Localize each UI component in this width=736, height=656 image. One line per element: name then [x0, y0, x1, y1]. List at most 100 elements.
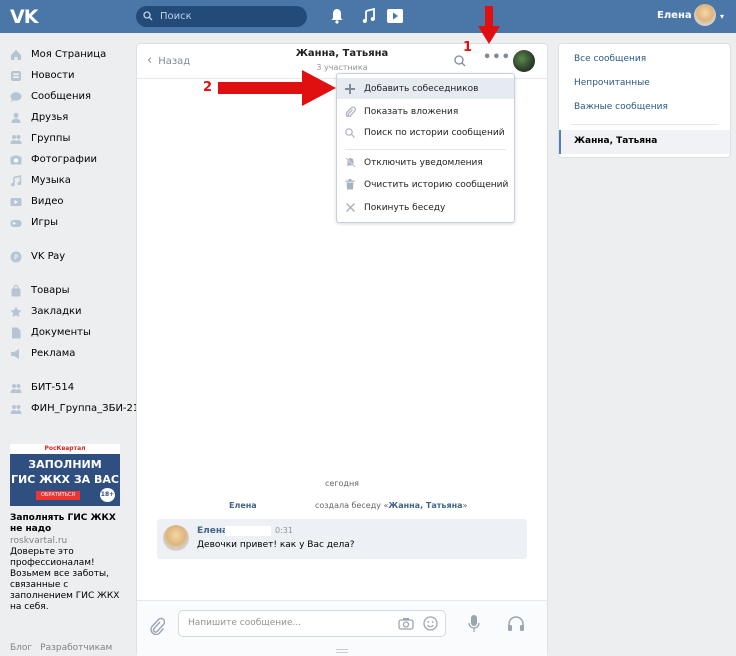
ad-button[interactable]: ОБРАТИТЬСЯ [36, 491, 80, 500]
sidebar-item-vkpay[interactable]: P VK Pay [10, 246, 125, 267]
sidebar-item-profile[interactable]: Моя Страница [10, 44, 125, 65]
ad-site[interactable]: roskvartal.ru [10, 536, 120, 547]
message-time[interactable]: 0:31 [275, 526, 293, 535]
menu-item-show-attachments[interactable]: Показать вложения [337, 101, 514, 122]
user-name[interactable]: Елена [657, 10, 692, 21]
smile-icon[interactable] [423, 616, 438, 631]
search-icon[interactable] [454, 55, 466, 67]
sidebar-item-label: Видео [31, 196, 64, 207]
paperclip-icon[interactable] [149, 617, 165, 635]
left-sidebar: Моя Страница Новости Сообщения Друзья Гр… [10, 44, 139, 419]
active-chat-item[interactable]: Жанна, Татьяна [559, 130, 730, 154]
menu-item-label: Показать вложения [364, 106, 459, 117]
ad-title[interactable]: Заполнять ГИС ЖКХ не надо [10, 513, 120, 535]
sidebar-item-ads[interactable]: Реклама [10, 343, 125, 364]
groups-icon [10, 133, 22, 145]
search-input[interactable]: Поиск [136, 6, 307, 27]
menu-item-search-history[interactable]: Поиск по истории сообщений [337, 122, 514, 143]
sidebar-item-label: Новости [31, 70, 75, 81]
sidebar-item-goods[interactable]: Товары [10, 280, 125, 301]
menu-item-add-members[interactable]: Добавить собеседников [337, 78, 514, 99]
camera-icon[interactable] [398, 617, 414, 630]
home-icon [10, 49, 22, 61]
filter-unread[interactable]: Непрочитанные [574, 78, 650, 88]
sidebar-item-label: Группы [31, 133, 71, 144]
bookmarks-icon [10, 306, 22, 318]
system-text-suffix: » [462, 501, 468, 510]
sidebar-item-games[interactable]: Игры [10, 212, 125, 233]
plus-icon [344, 83, 356, 94]
play-icon[interactable] [387, 8, 403, 24]
ad-text: Доверьте это профессионалам! Возьмем все… [10, 547, 120, 612]
user-avatar[interactable] [694, 4, 716, 26]
friends-icon [10, 112, 22, 124]
music-icon [10, 174, 22, 187]
sidebar-item-news[interactable]: Новости [10, 65, 125, 86]
sidebar-item-bookmarks[interactable]: Закладки [10, 301, 125, 322]
ad-line1: ЗАПОЛНИМ [28, 458, 102, 471]
vk-logo[interactable]: VK [10, 6, 38, 28]
video-icon [10, 196, 22, 208]
chevron-down-icon[interactable]: ▾ [720, 12, 724, 21]
news-icon [10, 70, 22, 82]
ad-brand: РосКвартал [10, 444, 120, 454]
mute-icon [344, 157, 356, 168]
search-icon [143, 11, 153, 21]
system-text: создала беседу «Жанна, Татьяна» [315, 501, 467, 510]
sidebar-item-label: Моя Страница [31, 49, 107, 60]
menu-item-mute[interactable]: Отключить уведомления [337, 152, 514, 173]
message-filters-panel: Все сообщения Непрочитанные Важные сообщ… [558, 43, 731, 158]
sidebar-item-documents[interactable]: Документы [10, 322, 125, 343]
menu-divider [345, 149, 506, 150]
sidebar-item-friends[interactable]: Друзья [10, 107, 125, 128]
headphones-icon[interactable] [507, 615, 525, 633]
sidebar-item-group-fin[interactable]: ФИН_Группа_ЗБИ-21 [10, 398, 139, 419]
ad-banner[interactable]: РосКвартал ЗАПОЛНИМ ГИС ЖКХ ЗА ВАС ОБРАТ… [10, 444, 120, 506]
chat-actions-menu: Добавить собеседников Показать вложения … [336, 73, 515, 223]
filter-all-messages[interactable]: Все сообщения [574, 54, 646, 64]
sidebar-item-music[interactable]: Музыка [10, 170, 125, 191]
footer: Блог Разработчикам [10, 643, 120, 653]
sidebar-item-label: Товары [31, 285, 70, 296]
avatar[interactable] [163, 525, 189, 551]
system-author[interactable]: Елена [229, 501, 257, 510]
annotation-step-2: 2 [203, 80, 213, 95]
menu-item-label: Добавить собеседников [364, 83, 479, 94]
footer-blog-link[interactable]: Блог [10, 643, 32, 653]
sidebar-ad[interactable]: РосКвартал ЗАПОЛНИМ ГИС ЖКХ ЗА ВАС ОБРАТ… [10, 444, 120, 613]
footer-dev-link[interactable]: Разработчикам [40, 643, 112, 653]
sidebar-item-messages[interactable]: Сообщения [10, 86, 125, 107]
music-icon[interactable] [362, 8, 376, 24]
attachment-icon [344, 106, 356, 117]
resize-handle[interactable] [336, 649, 348, 653]
messages-icon [10, 91, 22, 103]
bell-icon[interactable] [330, 8, 344, 24]
annotation-arrow-right-icon [218, 70, 336, 106]
more-actions-icon[interactable]: ••• [483, 50, 511, 65]
message-item[interactable]: Елена 0:31 Девочки привет! как у Вас дел… [157, 519, 527, 559]
search-placeholder: Поиск [160, 11, 192, 22]
sidebar-item-label: Фотографии [31, 154, 97, 165]
photos-icon [10, 154, 22, 166]
active-chat-label: Жанна, Татьяна [574, 136, 658, 146]
documents-icon [10, 327, 22, 339]
panel-divider [571, 124, 718, 125]
menu-item-label: Покинуть беседу [364, 202, 446, 213]
system-chat-name: Жанна, Татьяна [388, 501, 463, 510]
sidebar-item-video[interactable]: Видео [10, 191, 125, 212]
microphone-icon[interactable] [468, 614, 480, 634]
menu-item-leave-chat[interactable]: Покинуть беседу [337, 197, 514, 218]
message-author[interactable]: Елена [197, 526, 228, 536]
sidebar-item-label: ФИН_Группа_ЗБИ-21 [31, 403, 140, 414]
close-icon [344, 203, 356, 212]
goods-icon [10, 284, 22, 297]
menu-item-clear-history[interactable]: Очистить историю сообщений [337, 174, 514, 195]
sidebar-item-groups[interactable]: Группы [10, 128, 125, 149]
sidebar-item-label: Сообщения [31, 91, 92, 102]
sidebar-item-group-bit[interactable]: БИТ-514 [10, 377, 125, 398]
group-icon [10, 382, 22, 394]
top-bar: VK Поиск Елена ▾ [0, 0, 736, 33]
chat-avatar[interactable] [513, 50, 535, 72]
sidebar-item-photos[interactable]: Фотографии [10, 149, 125, 170]
filter-important[interactable]: Важные сообщения [574, 102, 668, 112]
